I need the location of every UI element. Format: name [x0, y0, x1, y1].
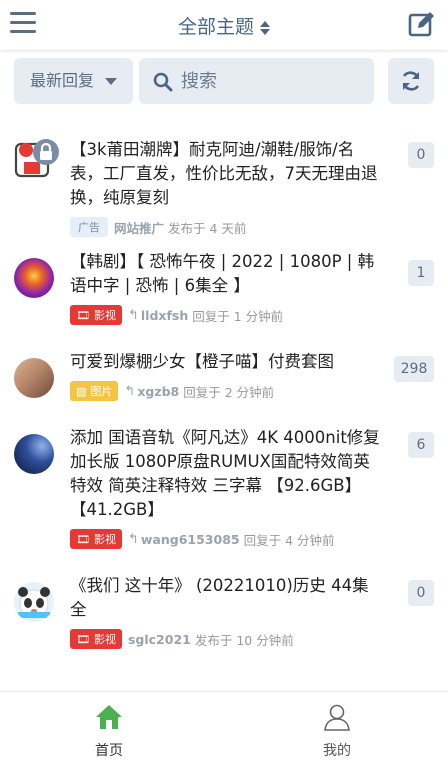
reply-count-badge: 0	[408, 142, 434, 168]
topic-filter-dropdown[interactable]: 全部主题	[0, 12, 448, 39]
topic-list: 【3k莆田潮牌】耐克阿迪/潮鞋/服饰/名表，工厂直发，性价比无敌，7天无理由退换…	[0, 120, 448, 660]
topic-meta: 🎞 影视 sglc2021 发布于 10 分钟前	[70, 628, 380, 650]
page-title: 全部主题	[177, 16, 254, 38]
topic-author[interactable]: xgzb8	[137, 384, 179, 399]
film-icon: 🎞	[76, 532, 90, 546]
avatar	[14, 434, 54, 474]
topic-title[interactable]: 【韩剧】【 恐怖午夜 | 2022 | 1080P | 韩语中字 | 恐怖 | …	[70, 250, 380, 298]
avatar	[14, 358, 54, 398]
topic-time: 回复于 1 分钟前	[192, 308, 284, 324]
home-icon	[96, 705, 122, 729]
category-tag-label: 图片	[90, 385, 113, 398]
category-tag[interactable]: ▨ 图片	[70, 381, 119, 401]
film-icon: 🎞	[76, 632, 90, 646]
sort-dropdown-button[interactable]: 最新回复	[14, 58, 133, 104]
reply-icon: ↰	[124, 383, 136, 399]
tab-mine-label: 我的	[323, 743, 351, 759]
reply-count-badge: 0	[408, 580, 434, 606]
avatar	[14, 582, 54, 622]
tab-home[interactable]: 首页	[69, 702, 149, 760]
search-icon	[153, 72, 173, 92]
image-icon: ▨	[76, 384, 87, 398]
reply-icon: ↰	[127, 531, 139, 547]
chevron-down-icon	[105, 78, 117, 85]
topic-author[interactable]: wang6153085	[141, 532, 240, 547]
list-item[interactable]: 【3k莆田潮牌】耐克阿迪/潮鞋/服饰/名表，工厂直发，性价比无敌，7天无理由退换…	[0, 120, 448, 237]
topic-time: 回复于 4 分钟前	[243, 532, 335, 548]
list-item[interactable]: 【韩剧】【 恐怖午夜 | 2022 | 1080P | 韩语中字 | 恐怖 | …	[0, 232, 448, 332]
film-icon: 🎞	[76, 308, 90, 322]
search-input[interactable]	[181, 58, 366, 104]
topic-meta: 🎞 影视 ↰ wang6153085 回复于 4 分钟前	[70, 528, 380, 550]
topic-time: 回复于 2 分钟前	[183, 384, 275, 400]
topic-time: 发布于 10 分钟前	[194, 632, 294, 648]
topic-author[interactable]: sglc2021	[128, 632, 191, 647]
reply-icon: ↰	[127, 307, 139, 323]
list-item[interactable]: 添加 国语音轨《阿凡达》4K 4000nit修复 加长版 1080P原盘RUMU…	[0, 408, 448, 556]
category-tag-label: 影视	[93, 309, 116, 322]
toolbar: 最新回复	[14, 58, 434, 106]
avatar	[14, 139, 59, 180]
category-tag-label: 影视	[93, 533, 116, 546]
topic-author[interactable]: lldxfsh	[141, 308, 188, 323]
category-tag[interactable]: 🎞 影视	[70, 629, 122, 649]
category-tag[interactable]: 🎞 影视	[70, 529, 122, 549]
category-tag[interactable]: 🎞 影视	[70, 305, 122, 325]
search-box[interactable]	[139, 58, 374, 104]
topic-title[interactable]: 可爱到爆棚少女【橙子喵】付费套图	[70, 350, 380, 374]
list-item[interactable]: 可爱到爆棚少女【橙子喵】付费套图 ▨ 图片 ↰ xgzb8 回复于 2 分钟前 2…	[0, 332, 448, 408]
reply-count-badge: 1	[408, 260, 434, 286]
refresh-button[interactable]	[388, 58, 434, 104]
topic-meta: ▨ 图片 ↰ xgzb8 回复于 2 分钟前	[70, 380, 380, 402]
topic-title[interactable]: 《我们 这十年》 (20221010)历史 44集全	[70, 574, 380, 622]
avatar	[14, 258, 54, 298]
lock-icon	[33, 139, 59, 165]
top-bar: 全部主题	[0, 0, 448, 50]
compose-icon[interactable]	[408, 10, 436, 38]
bottom-tab-bar: 首页 我的	[0, 691, 448, 761]
topic-meta: 🎞 影视 ↰ lldxfsh 回复于 1 分钟前	[70, 304, 380, 326]
refresh-icon	[402, 71, 420, 91]
list-item[interactable]: 《我们 这十年》 (20221010)历史 44集全 🎞 影视 sglc2021 …	[0, 556, 448, 660]
topic-title[interactable]: 添加 国语音轨《阿凡达》4K 4000nit修复 加长版 1080P原盘RUMU…	[70, 426, 380, 522]
tab-home-label: 首页	[95, 743, 123, 759]
reply-count-badge: 298	[394, 356, 434, 382]
sort-label: 最新回复	[30, 71, 95, 90]
topic-title[interactable]: 【3k莆田潮牌】耐克阿迪/潮鞋/服饰/名表，工厂直发，性价比无敌，7天无理由退换…	[70, 138, 380, 210]
sort-caret-icon	[260, 20, 270, 36]
user-icon	[324, 704, 350, 731]
reply-count-badge: 6	[408, 432, 434, 458]
category-tag-label: 影视	[93, 633, 116, 646]
tab-mine[interactable]: 我的	[297, 702, 377, 760]
